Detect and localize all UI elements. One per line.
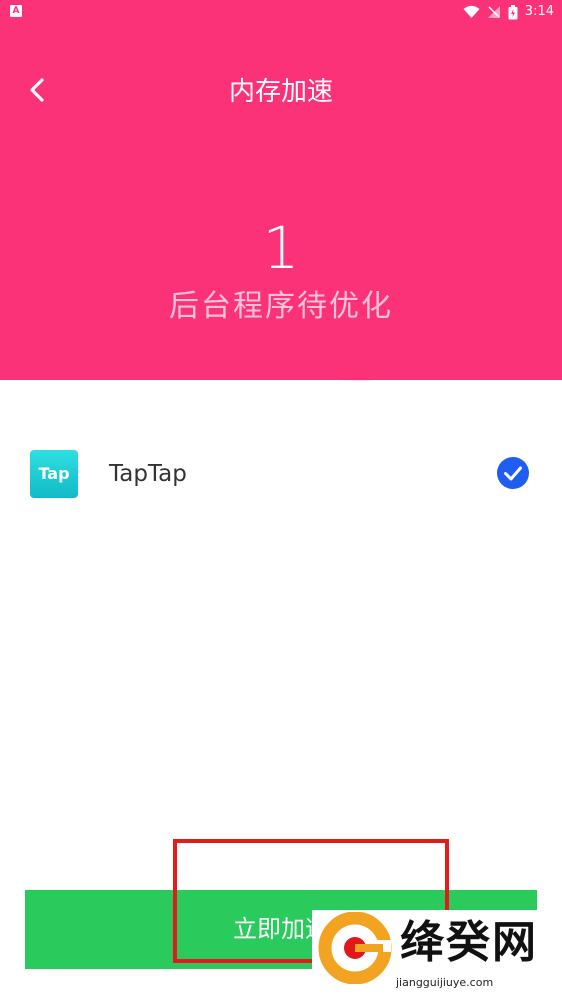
wifi-icon (463, 5, 480, 18)
status-time: 3:14 (524, 4, 554, 19)
watermark-logo-icon (318, 912, 392, 984)
app-list-item[interactable]: Tap TapTap (0, 440, 562, 510)
status-icons: 3:14 (463, 3, 554, 21)
pending-label: 后台程序待优化 (169, 289, 393, 324)
app-name: TapTap (109, 461, 187, 487)
battery-icon (508, 4, 518, 19)
check-circle-icon (497, 457, 529, 489)
pending-count: 1 (262, 214, 300, 282)
watermark: 绛癸网 jiangguijiuye.com (312, 910, 562, 1000)
taptap-app-icon: Tap (30, 450, 78, 498)
no-signal-icon (487, 6, 500, 18)
app-checkbox[interactable] (497, 457, 529, 489)
header-wave (0, 352, 562, 381)
watermark-text: 绛癸网 (400, 917, 538, 968)
page-title: 内存加速 (228, 77, 333, 107)
notification-icon: A (10, 5, 22, 17)
watermark-url: jiangguijiuye.com (396, 976, 494, 989)
status-bar: A 3:14 (0, 0, 562, 24)
